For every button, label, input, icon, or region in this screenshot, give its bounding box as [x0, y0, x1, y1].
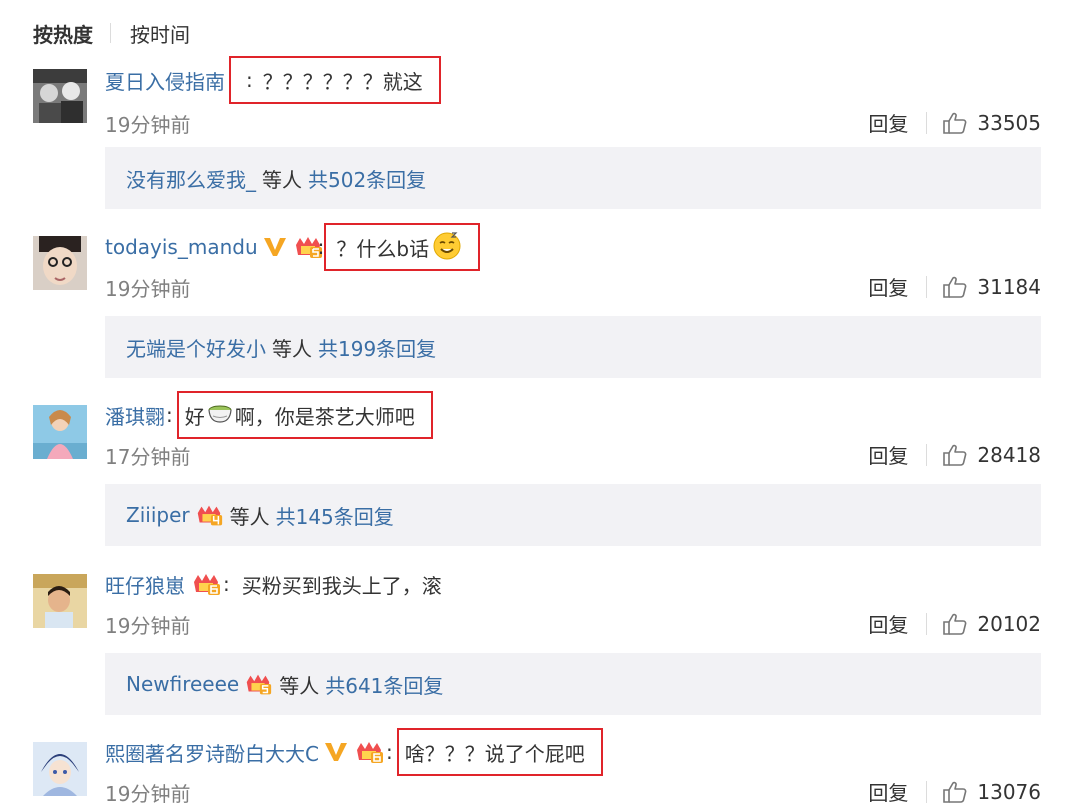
comment-line: 熙圈著名罗诗酚白大大C : 啥？？？说了个屁吧	[105, 728, 603, 776]
comment-time: 19分钟前	[105, 782, 191, 806]
comment-actions: 回复 13076	[868, 777, 1041, 806]
sort-bar: 按热度 按时间	[33, 18, 190, 48]
sub-reply-username[interactable]: Ziiiper	[126, 503, 190, 527]
sub-reply-etc: 等人	[229, 504, 270, 529]
avatar[interactable]	[33, 405, 87, 459]
actions-divider	[926, 111, 928, 134]
avatar[interactable]	[33, 236, 87, 290]
comment-line: todayis_mandu : ？什么b话	[105, 223, 481, 271]
avatar[interactable]	[33, 574, 87, 628]
username-link[interactable]: 夏日入侵指南	[105, 66, 225, 95]
vip-v-icon	[324, 741, 348, 763]
thumbs-up-icon	[943, 444, 967, 466]
sub-replies-summary[interactable]: 没有那么爱我_ 等人 共502条回复	[105, 147, 1041, 209]
comment-actions: 回复 31184	[868, 272, 1041, 301]
comment-line: 潘琪翾 : 好 啊，你是茶艺大师吧	[105, 391, 433, 439]
sub-reply-etc: 等人	[262, 167, 302, 192]
fan-level-badge-icon	[190, 572, 222, 596]
comment-text: 啥？？？说了个屁吧	[404, 741, 585, 766]
actions-divider	[926, 443, 928, 466]
fan-level-badge-icon	[243, 672, 273, 696]
like-count: 28418	[977, 442, 1041, 467]
colon: :	[223, 572, 230, 596]
like-button[interactable]: 13076	[943, 780, 1041, 804]
comment-line: 旺仔狼崽 : 买粉买到我头上了，滚	[105, 566, 442, 602]
reply-button[interactable]: 回复	[868, 272, 908, 301]
like-button[interactable]: 20102	[943, 612, 1041, 636]
sub-reply-etc: 等人	[279, 673, 320, 698]
avatar[interactable]	[33, 742, 87, 796]
username-link[interactable]: todayis_mandu	[105, 235, 258, 259]
sub-reply-username[interactable]: 没有那么爱我_	[126, 164, 256, 193]
like-button[interactable]: 28418	[943, 443, 1041, 467]
actions-divider	[926, 275, 928, 298]
sort-divider	[110, 23, 111, 43]
like-count: 20102	[977, 611, 1041, 636]
username-link[interactable]: 旺仔狼崽	[105, 570, 185, 599]
sub-replies-summary[interactable]: Ziiiper 等人 共145条回复	[105, 484, 1041, 546]
highlight-box: : ？什么b话	[318, 223, 481, 271]
sort-by-time-tab[interactable]: 按时间	[130, 19, 190, 48]
dizzy-smile-emoji	[432, 230, 462, 265]
like-count: 31184	[977, 274, 1041, 299]
fan-level-badge-icon	[353, 740, 385, 764]
thumbs-up-icon	[943, 112, 967, 134]
comment-actions: 回复 20102	[868, 609, 1041, 638]
actions-divider	[926, 780, 928, 803]
comment-actions: 回复 33505	[868, 108, 1041, 137]
comment-text: ？什么b话	[336, 236, 430, 261]
comment-time: 19分钟前	[105, 113, 191, 137]
like-count: 13076	[977, 779, 1041, 804]
comment-time: 17分钟前	[105, 445, 191, 469]
comment-time: 19分钟前	[105, 614, 191, 638]
colon: :	[246, 68, 253, 92]
sub-reply-username[interactable]: 无端是个好发小	[126, 333, 266, 362]
comment-actions: 回复 28418	[868, 440, 1041, 469]
highlight-box: : ？？？？？？就这	[229, 56, 441, 104]
comment-text: 啊，你是茶艺大师吧	[234, 404, 415, 429]
vip-v-icon	[263, 236, 287, 258]
comment-text: ？？？？？？就这	[262, 69, 423, 94]
comment-text-start: 好	[184, 404, 205, 429]
fan-level-badge-icon	[194, 503, 224, 527]
sub-reply-total-link[interactable]: 共502条回复	[308, 164, 426, 193]
reply-button[interactable]: 回复	[868, 108, 908, 137]
colon: :	[166, 403, 173, 427]
sub-reply-total-link[interactable]: 共641条回复	[325, 670, 443, 699]
highlight-box: 啥？？？说了个屁吧	[396, 728, 603, 776]
avatar[interactable]	[33, 69, 87, 123]
sub-reply-etc: 等人	[272, 336, 312, 361]
like-button[interactable]: 33505	[943, 111, 1041, 135]
highlight-box: 好 啊，你是茶艺大师吧	[176, 391, 433, 439]
tea-bowl-emoji	[207, 400, 233, 431]
like-count: 33505	[977, 110, 1041, 135]
thumbs-up-icon	[943, 276, 967, 298]
sub-reply-total-link[interactable]: 共145条回复	[276, 501, 394, 530]
reply-button[interactable]: 回复	[868, 609, 908, 638]
sub-reply-total-link[interactable]: 共199条回复	[318, 333, 436, 362]
colon: :	[385, 740, 393, 764]
sub-replies-summary[interactable]: 无端是个好发小 等人 共199条回复	[105, 316, 1041, 378]
username-link[interactable]: 潘琪翾	[105, 401, 165, 430]
sub-replies-summary[interactable]: Newfireeee 等人 共641条回复	[105, 653, 1041, 715]
colon: :	[317, 235, 325, 259]
username-link[interactable]: 熙圈著名罗诗酚白大大C	[105, 738, 319, 767]
reply-button[interactable]: 回复	[868, 777, 908, 806]
comment-time: 19分钟前	[105, 277, 191, 301]
reply-button[interactable]: 回复	[868, 440, 908, 469]
sort-by-hot-tab[interactable]: 按热度	[33, 19, 93, 48]
comment-text: 买粉买到我头上了，滚	[241, 573, 442, 598]
actions-divider	[926, 612, 928, 635]
thumbs-up-icon	[943, 781, 967, 803]
sub-reply-username[interactable]: Newfireeee	[126, 672, 239, 696]
like-button[interactable]: 31184	[943, 275, 1041, 299]
comment-line: 夏日入侵指南 : ？？？？？？就这	[105, 56, 441, 104]
thumbs-up-icon	[943, 613, 967, 635]
